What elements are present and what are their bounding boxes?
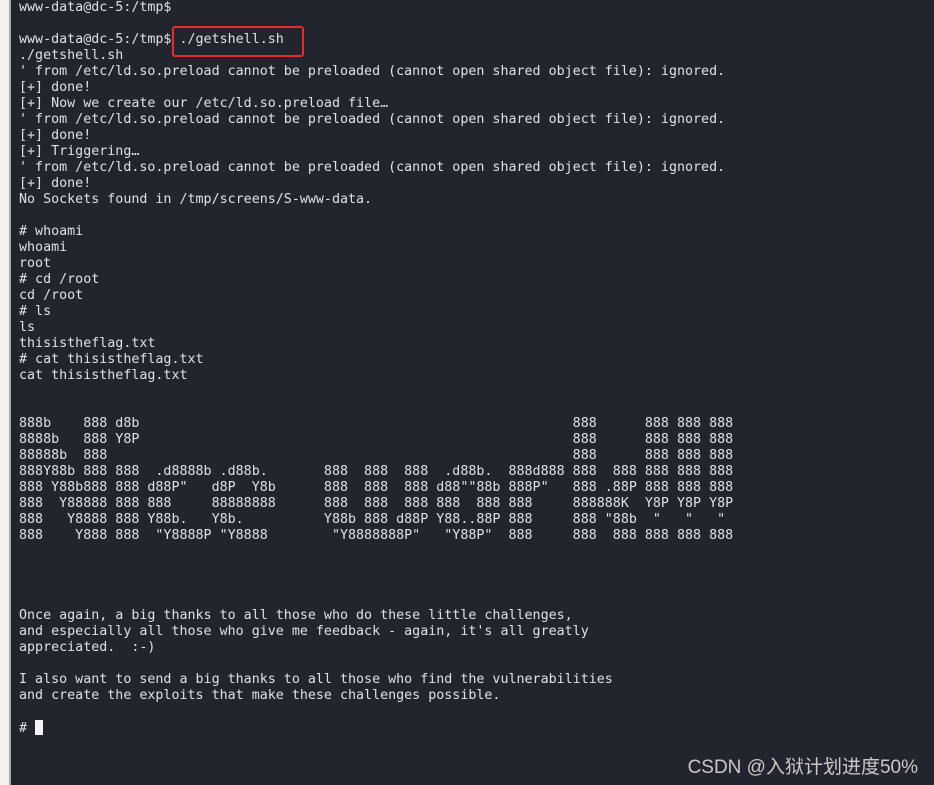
- terminal-line: ' from /etc/ld.so.preload cannot be prel…: [19, 160, 726, 175]
- terminal-line: and especially all those who give me fee…: [19, 624, 589, 639]
- terminal-line: ls: [19, 320, 36, 335]
- terminal-line: Once again, a big thanks to all those wh…: [19, 608, 573, 623]
- terminal-line: 88888b 888 888 888 888 888: [19, 448, 734, 463]
- terminal-line: appreciated. :-): [19, 640, 156, 655]
- terminal-line: 888 Y8888 888 Y88b. Y8b. Y88b 888 d88P Y…: [19, 512, 726, 527]
- window-left-edge: [0, 0, 9, 785]
- terminal-line: cat thisistheflag.txt: [19, 368, 188, 383]
- terminal-line: [+] done!: [19, 176, 92, 191]
- watermark: CSDN @入狱计划进度50%: [687, 757, 918, 778]
- terminal-line: # cat thisistheflag.txt: [19, 352, 204, 367]
- terminal-line: I also want to send a big thanks to all …: [19, 672, 613, 687]
- terminal-line: ./getshell.sh: [19, 48, 124, 63]
- terminal-line: 888 Y88b888 888 d88P" d8P Y8b 888 888 88…: [19, 480, 734, 495]
- terminal-line: # cd /root: [19, 272, 100, 287]
- terminal-line: # ls: [19, 304, 52, 319]
- terminal-line: [+] done!: [19, 128, 92, 143]
- terminal-line: # whoami: [19, 224, 84, 239]
- terminal-line: No Sockets found in /tmp/screens/S-www-d…: [19, 192, 373, 207]
- terminal-line: www-data@dc-5:/tmp$: [19, 0, 172, 15]
- window-border: [9, 0, 11, 785]
- cursor-block: [35, 720, 44, 735]
- terminal-line: thisistheflag.txt: [19, 336, 156, 351]
- terminal-line: cd /root: [19, 288, 84, 303]
- terminal-line: [+] done!: [19, 80, 92, 95]
- terminal-line: 888Y88b 888 888 .d8888b .d88b. 888 888 8…: [19, 464, 734, 479]
- terminal-line: [+] Now we create our /etc/ld.so.preload…: [19, 96, 389, 111]
- terminal-line: and create the exploits that make these …: [19, 688, 501, 703]
- terminal-output[interactable]: www-data@dc-5:/tmp$ www-data@dc-5:/tmp$ .…: [19, 0, 733, 736]
- terminal-line: www-data@dc-5:/tmp$ ./getshell.sh: [19, 32, 284, 47]
- terminal-line: ' from /etc/ld.so.preload cannot be prel…: [19, 64, 726, 79]
- command-highlight-box: [172, 26, 304, 57]
- terminal-line: [+] Triggering…: [19, 144, 140, 159]
- terminal-line: 888 Y888 888 "Y8888P "Y8888 "Y8888888P" …: [19, 528, 734, 543]
- terminal-line: whoami: [19, 240, 68, 255]
- terminal-line: 888 Y88888 888 888 88888888 888 888 888 …: [19, 496, 734, 511]
- terminal-prompt-line[interactable]: #: [19, 720, 733, 736]
- terminal-line: 8888b 888 Y8P 888 888 888 888: [19, 432, 734, 447]
- terminal-line: 888b 888 d8b 888 888 888 888: [19, 416, 734, 431]
- terminal-line: root: [19, 256, 52, 271]
- root-prompt: #: [19, 721, 36, 736]
- terminal-line: ' from /etc/ld.so.preload cannot be prel…: [19, 112, 726, 127]
